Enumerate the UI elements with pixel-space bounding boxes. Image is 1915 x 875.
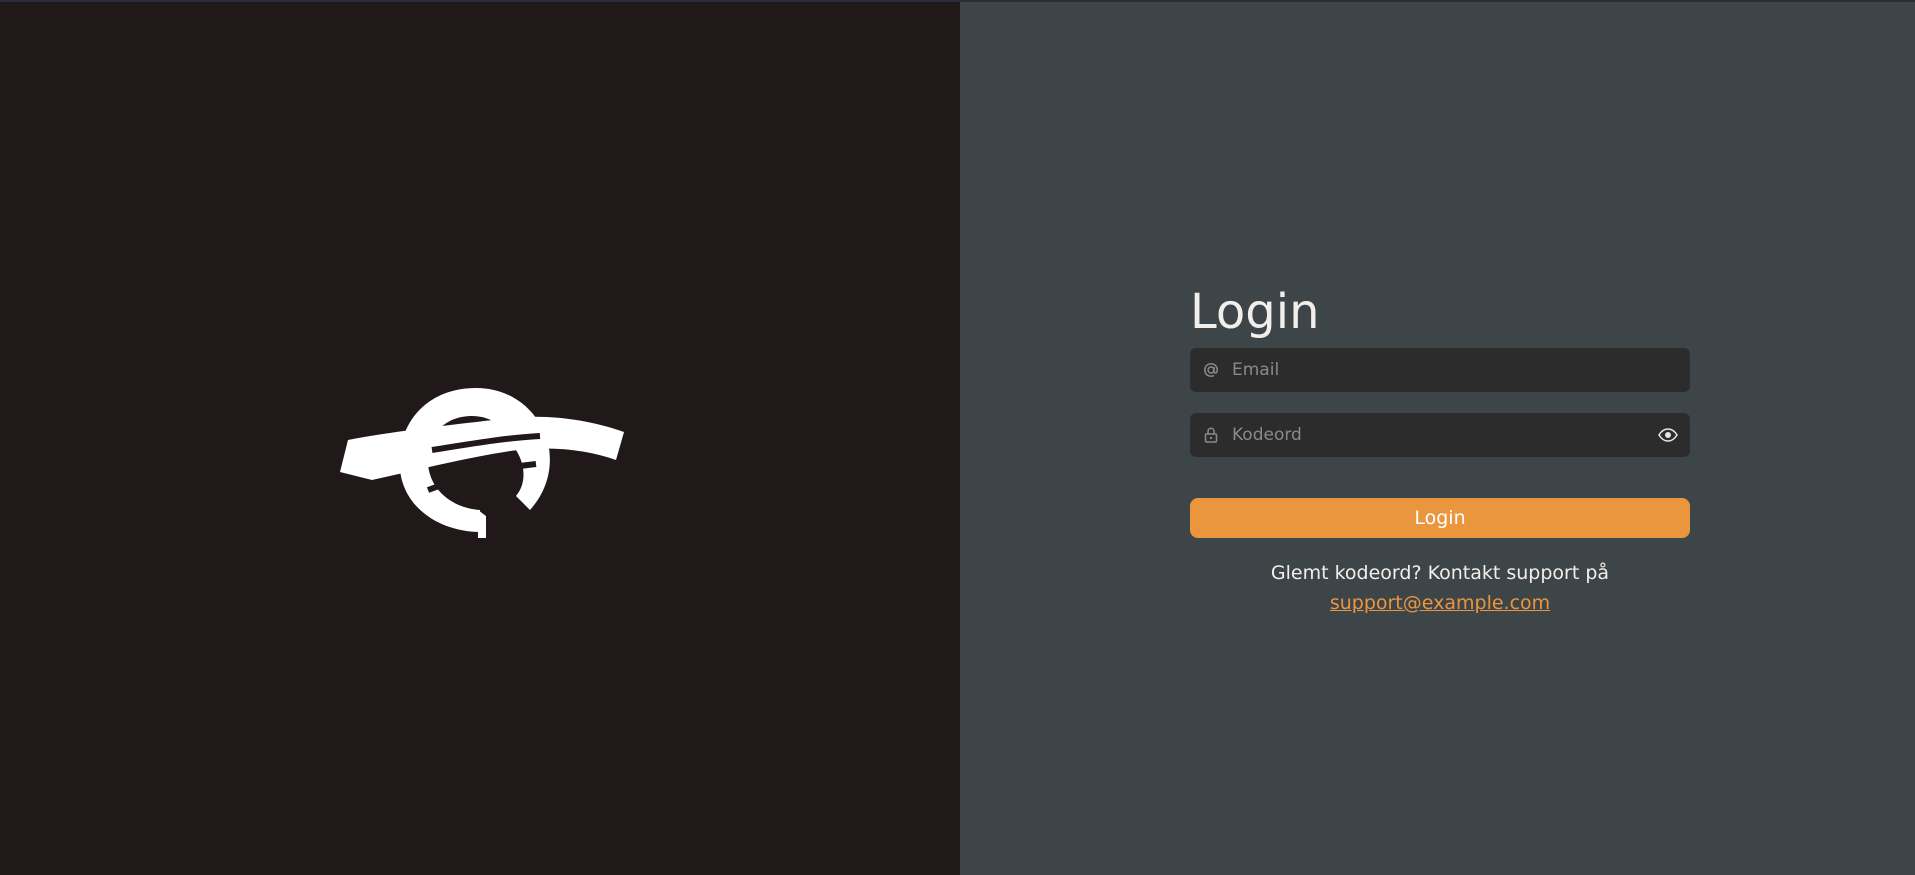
brand-pane — [0, 0, 960, 875]
eye-icon[interactable] — [1646, 428, 1690, 442]
support-email-link[interactable]: support@example.com — [1330, 592, 1550, 614]
password-input[interactable] — [1232, 413, 1646, 457]
login-page: Login Email Login Glemt kodeord? Kontakt… — [0, 0, 1915, 875]
at-icon — [1190, 362, 1232, 378]
login-button[interactable]: Login — [1190, 498, 1690, 538]
stylized-e-icon — [340, 388, 624, 538]
email-input[interactable] — [1232, 348, 1690, 392]
login-pane: Login Email Login Glemt kodeord? Kontakt… — [960, 0, 1915, 875]
forgot-password-text: Glemt kodeord? Kontakt support på suppor… — [1190, 558, 1690, 618]
password-field[interactable] — [1190, 413, 1690, 457]
page-title: Login — [1190, 284, 1320, 340]
lock-icon — [1190, 427, 1232, 443]
forgot-password-label: Glemt kodeord? Kontakt support på — [1270, 562, 1610, 584]
top-border — [0, 0, 1915, 2]
login-form: Login Email Login Glemt kodeord? Kontakt… — [1190, 282, 1690, 618]
email-field[interactable] — [1190, 348, 1690, 392]
